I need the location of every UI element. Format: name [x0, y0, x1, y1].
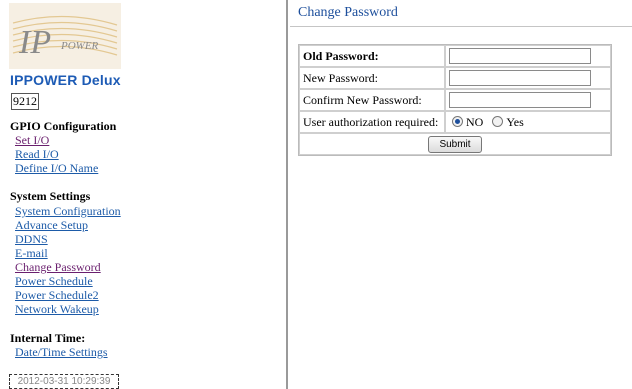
auth-required-label: User authorization required:	[299, 111, 445, 133]
svg-text:IP: IP	[18, 24, 51, 61]
gpio-section-title: GPIO Configuration	[10, 119, 117, 133]
device-id-field: 9212	[11, 93, 39, 110]
form-cell	[445, 89, 611, 111]
submit-button[interactable]: Submit	[428, 135, 482, 153]
sidebar-link-date-time-settings[interactable]: Date/Time Settings	[15, 345, 108, 360]
auth-yes-radio[interactable]	[492, 115, 504, 127]
auth-yes-label: Yes	[506, 114, 524, 129]
sidebar-link-define-io-name[interactable]: Define I/O Name	[15, 161, 98, 176]
system-section-title: System Settings	[10, 189, 91, 203]
confirm-password-label: Confirm New Password:	[299, 89, 445, 111]
sidebar-link-read-io[interactable]: Read I/O	[15, 147, 59, 162]
old-password-label: Old Password:	[299, 45, 445, 67]
form-row: Confirm New Password:	[299, 89, 611, 111]
form-row: Old Password:	[299, 45, 611, 67]
form-row: Submit	[299, 133, 611, 155]
auth-options-cell: NO Yes	[445, 111, 611, 133]
sidebar: IP POWER IPPOWER Delux 9212 GPIO Configu…	[0, 0, 288, 389]
title-divider	[290, 26, 632, 27]
svg-text:POWER: POWER	[60, 40, 99, 52]
auth-no-label: NO	[466, 114, 484, 129]
change-password-form: Old Password: New Password: Confirm New …	[298, 44, 612, 156]
form-cell	[445, 45, 611, 67]
auth-no-radio[interactable]	[452, 115, 463, 127]
sidebar-link-set-io[interactable]: Set I/O	[15, 133, 49, 148]
form-row: New Password:	[299, 67, 611, 89]
sidebar-link-change-password[interactable]: Change Password	[15, 260, 101, 275]
sidebar-link-network-wakeup[interactable]: Network Wakeup	[15, 302, 99, 317]
sidebar-link-email[interactable]: E-mail	[15, 246, 48, 261]
internal-time-title: Internal Time:	[10, 331, 86, 345]
new-password-input[interactable]	[449, 70, 591, 86]
page-title: Change Password	[298, 5, 398, 20]
main-panel: Change Password Old Password: New Passwo…	[290, 0, 632, 389]
new-password-label: New Password:	[299, 67, 445, 89]
brand-title: IPPOWER Delux	[10, 72, 121, 88]
form-row: User authorization required: NO Yes	[299, 111, 611, 133]
sidebar-link-power-schedule[interactable]: Power Schedule	[15, 274, 93, 289]
sidebar-link-ddns[interactable]: DDNS	[15, 232, 48, 247]
sidebar-link-advance-setup[interactable]: Advance Setup	[15, 218, 88, 233]
internal-clock-display: 2012-03-31 10:29:39	[9, 374, 119, 389]
sidebar-link-power-schedule2[interactable]: Power Schedule2	[15, 288, 99, 303]
old-password-input[interactable]	[449, 48, 591, 64]
form-cell	[445, 67, 611, 89]
ippower-logo: IP POWER	[9, 3, 121, 69]
submit-cell: Submit	[299, 133, 611, 155]
confirm-password-input[interactable]	[449, 92, 591, 108]
sidebar-link-system-configuration[interactable]: System Configuration	[15, 204, 121, 219]
